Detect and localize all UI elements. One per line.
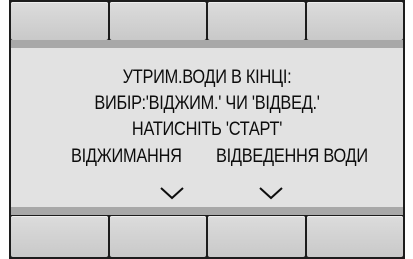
option-spin-label: ВІДЖИМАННЯ bbox=[71, 146, 182, 167]
display-screen: УТРИМ.ВОДИ В КІНЦІ: ВИБІР:'ВІДЖИМ.' ЧИ '… bbox=[11, 48, 403, 207]
soft-key-bottom-2-spin[interactable] bbox=[109, 216, 206, 257]
message-line-1: УТРИМ.ВОДИ В КІНЦІ: bbox=[122, 67, 292, 88]
soft-key-bottom-4[interactable] bbox=[306, 216, 403, 257]
option-drain-label: ВІДВЕДЕННЯ ВОДИ bbox=[216, 146, 368, 167]
display-top-strip bbox=[11, 40, 403, 48]
control-panel: УТРИМ.ВОДИ В КІНЦІ: ВИБІР:'ВІДЖИМ.' ЧИ '… bbox=[9, 0, 405, 259]
soft-key-top-4[interactable] bbox=[306, 2, 403, 40]
soft-key-top-2[interactable] bbox=[109, 2, 206, 40]
bottom-soft-keys bbox=[11, 216, 403, 257]
soft-key-bottom-1[interactable] bbox=[11, 216, 108, 257]
soft-key-bottom-3-drain[interactable] bbox=[208, 216, 305, 257]
chevron-down-icon bbox=[160, 187, 184, 200]
message-line-2: ВИБІР:'ВІДЖИМ.' ЧИ 'ВІДВЕД.' bbox=[94, 93, 320, 114]
chevron-down-icon bbox=[259, 187, 283, 200]
message-line-3: НАТИСНІТЬ 'СТАРТ' bbox=[131, 119, 283, 140]
soft-key-top-1[interactable] bbox=[11, 2, 108, 40]
top-soft-keys bbox=[11, 2, 403, 40]
soft-key-top-3[interactable] bbox=[208, 2, 305, 40]
display-bottom-strip bbox=[11, 207, 403, 215]
